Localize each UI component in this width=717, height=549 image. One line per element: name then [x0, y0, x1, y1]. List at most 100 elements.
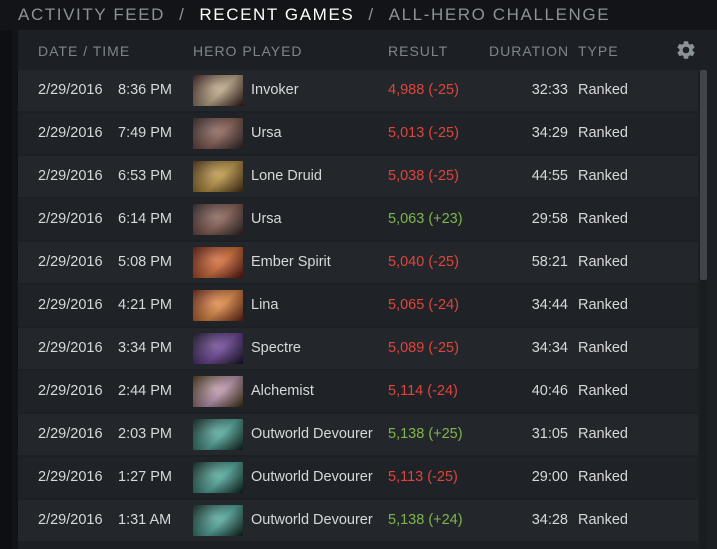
game-row[interactable]: 2/29/2016 2:44 PM Alchemist 5,114 (-24) … [18, 371, 698, 412]
game-row[interactable]: 2/29/2016 2:03 PM Outworld Devourer 5,13… [18, 414, 698, 455]
game-duration: 58:21 [531, 254, 568, 270]
game-row[interactable]: 2/29/2016 5:08 PM Ember Spirit 5,040 (-2… [18, 242, 698, 283]
game-row[interactable]: 2/29/2016 1:31 AM Outworld Devourer 5,13… [18, 500, 698, 541]
game-result: 5,138 (+25) [388, 426, 463, 442]
game-result: 5,065 (-24) [388, 297, 459, 313]
table-header: DATE / TIME HERO PLAYED RESULT DURATION … [18, 30, 717, 70]
game-type: Ranked [578, 512, 628, 528]
game-type: Ranked [578, 82, 628, 98]
game-duration: 34:34 [531, 340, 568, 356]
gear-icon[interactable] [675, 39, 697, 61]
game-duration: 29:00 [531, 469, 568, 485]
nav-separator: / [368, 5, 375, 24]
hero-portrait [193, 505, 243, 536]
hero-name: Ursa [251, 211, 282, 227]
game-duration: 32:33 [531, 82, 568, 98]
hero-portrait [193, 118, 243, 149]
game-result: 5,038 (-25) [388, 168, 459, 184]
hero-name: Outworld Devourer [251, 469, 373, 485]
hero-name: Spectre [251, 340, 301, 356]
game-date: 2/29/2016 [38, 512, 103, 528]
header-date-time[interactable]: DATE / TIME [38, 43, 130, 59]
hero-portrait [193, 204, 243, 235]
game-result: 5,113 (-25) [388, 469, 458, 485]
hero-portrait [193, 247, 243, 278]
hero-portrait [193, 419, 243, 450]
game-type: Ranked [578, 426, 628, 442]
game-type: Ranked [578, 168, 628, 184]
game-time: 7:49 PM [118, 125, 172, 141]
game-duration: 31:05 [531, 426, 568, 442]
game-date: 2/29/2016 [38, 426, 103, 442]
game-type: Ranked [578, 254, 628, 270]
top-nav: ACTIVITY FEED / RECENT GAMES / ALL-HERO … [18, 4, 610, 26]
game-result: 5,138 (+24) [388, 512, 463, 528]
hero-name: Lina [251, 297, 279, 313]
game-row[interactable]: 2/29/2016 3:34 PM Spectre 5,089 (-25) 34… [18, 328, 698, 369]
game-row[interactable]: 2/29/2016 6:14 PM Ursa 5,063 (+23) 29:58… [18, 199, 698, 240]
header-hero-played[interactable]: HERO PLAYED [193, 43, 303, 59]
games-list: 2/29/2016 8:36 PM Invoker 4,988 (-25) 32… [18, 70, 698, 543]
game-duration: 34:29 [531, 125, 568, 141]
game-date: 2/29/2016 [38, 82, 103, 98]
game-date: 2/29/2016 [38, 254, 103, 270]
nav-separator: / [179, 5, 186, 24]
hero-name: Alchemist [251, 383, 314, 399]
game-date: 2/29/2016 [38, 125, 103, 141]
game-row[interactable]: 2/29/2016 1:27 PM Outworld Devourer 5,11… [18, 457, 698, 498]
game-row[interactable]: 2/29/2016 8:36 PM Invoker 4,988 (-25) 32… [18, 70, 698, 111]
game-time: 8:36 PM [118, 82, 172, 98]
tab-recent-games[interactable]: RECENT GAMES [199, 5, 354, 25]
game-date: 2/29/2016 [38, 168, 103, 184]
game-date: 2/29/2016 [38, 383, 103, 399]
hero-portrait [193, 462, 243, 493]
scrollbar[interactable] [700, 70, 707, 549]
game-result: 5,089 (-25) [388, 340, 459, 356]
game-time: 6:53 PM [118, 168, 172, 184]
hero-portrait [193, 161, 243, 192]
tab-all-hero-challenge[interactable]: ALL-HERO CHALLENGE [389, 5, 611, 25]
game-type: Ranked [578, 297, 628, 313]
game-time: 4:21 PM [118, 297, 172, 313]
hero-portrait [193, 290, 243, 321]
header-result[interactable]: RESULT [388, 43, 448, 59]
game-row[interactable]: 2/29/2016 6:53 PM Lone Druid 5,038 (-25)… [18, 156, 698, 197]
game-time: 5:08 PM [118, 254, 172, 270]
header-type[interactable]: TYPE [578, 43, 619, 59]
game-time: 2:03 PM [118, 426, 172, 442]
game-date: 2/29/2016 [38, 469, 103, 485]
game-type: Ranked [578, 125, 628, 141]
game-date: 2/29/2016 [38, 211, 103, 227]
game-duration: 34:28 [531, 512, 568, 528]
hero-name: Invoker [251, 82, 299, 98]
game-result: 5,114 (-24) [388, 383, 458, 399]
game-result: 5,040 (-25) [388, 254, 459, 270]
recent-games-panel: DATE / TIME HERO PLAYED RESULT DURATION … [18, 30, 717, 549]
game-time: 1:31 AM [118, 512, 172, 528]
header-duration[interactable]: DURATION [489, 43, 569, 59]
game-type: Ranked [578, 469, 628, 485]
hero-portrait [193, 75, 243, 106]
scrollbar-thumb[interactable] [700, 70, 707, 280]
game-date: 2/29/2016 [38, 340, 103, 356]
tab-activity-feed[interactable]: ACTIVITY FEED [18, 5, 165, 25]
hero-portrait [193, 376, 243, 407]
game-time: 3:34 PM [118, 340, 172, 356]
hero-name: Ursa [251, 125, 282, 141]
game-type: Ranked [578, 383, 628, 399]
game-time: 2:44 PM [118, 383, 172, 399]
game-row[interactable]: 2/29/2016 4:21 PM Lina 5,065 (-24) 34:44… [18, 285, 698, 326]
game-result: 5,063 (+23) [388, 211, 463, 227]
game-duration: 34:44 [531, 297, 568, 313]
game-row[interactable]: 2/29/2016 7:49 PM Ursa 5,013 (-25) 34:29… [18, 113, 698, 154]
game-time: 6:14 PM [118, 211, 172, 227]
left-edge [0, 30, 12, 549]
game-duration: 40:46 [531, 383, 568, 399]
game-type: Ranked [578, 340, 628, 356]
game-result: 4,988 (-25) [388, 82, 459, 98]
game-date: 2/29/2016 [38, 297, 103, 313]
game-duration: 44:55 [531, 168, 568, 184]
hero-name: Ember Spirit [251, 254, 331, 270]
game-type: Ranked [578, 211, 628, 227]
hero-name: Outworld Devourer [251, 426, 373, 442]
